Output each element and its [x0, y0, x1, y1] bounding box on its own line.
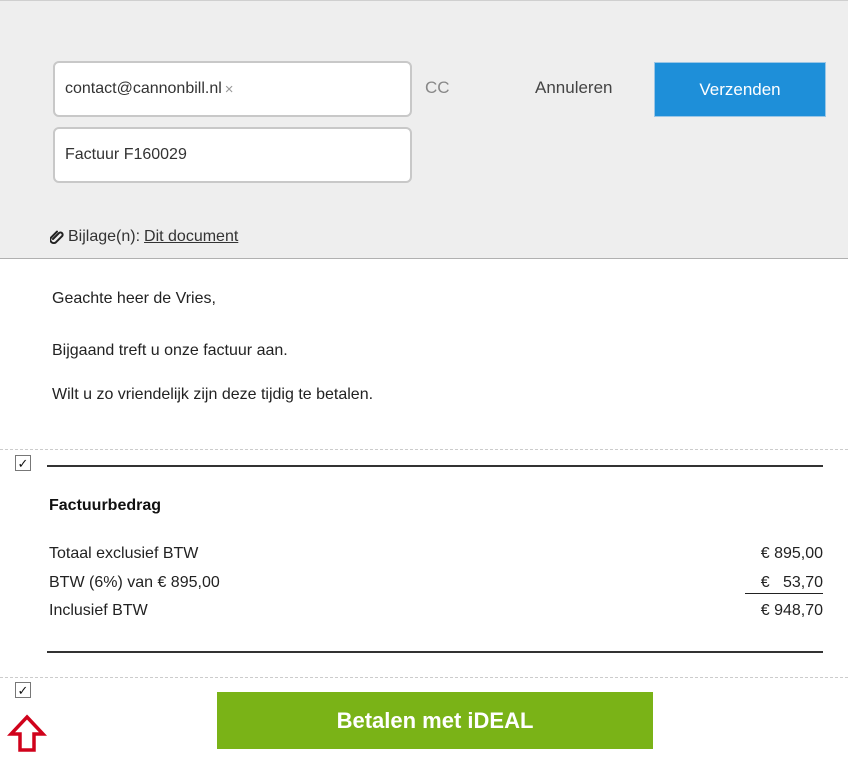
invoice-row-amount: € 53,70: [745, 574, 823, 594]
arrow-up-icon[interactable]: [7, 714, 47, 754]
invoice-row-amount: € 895,00: [760, 545, 823, 562]
body-line-2: Wilt u zo vriendelijk zijn deze tijdig t…: [52, 386, 374, 403]
invoice-row-label: Totaal exclusief BTW: [49, 545, 199, 562]
recipient-field[interactable]: contact@cannonbill.nl ×: [53, 61, 412, 117]
close-icon[interactable]: ×: [225, 81, 234, 98]
cancel-button[interactable]: Annuleren: [535, 78, 613, 98]
pay-ideal-button[interactable]: Betalen met iDEAL: [217, 692, 653, 749]
send-button[interactable]: Verzenden: [654, 62, 826, 117]
invoice-row: BTW (6%) van € 895,00 € 53,70: [49, 574, 823, 596]
section-divider: [0, 677, 848, 678]
invoice-row: Totaal exclusief BTW € 895,00: [49, 545, 823, 567]
cc-link[interactable]: CC: [425, 78, 450, 98]
attachment-label: Bijlage(n):: [68, 228, 141, 245]
invoice-top-rule: [47, 465, 823, 467]
attachment-row: Bijlage(n): Dit document: [50, 228, 238, 246]
checkbox-icon[interactable]: ✓: [15, 455, 31, 471]
recipient-chip: contact@cannonbill.nl: [65, 80, 222, 97]
invoice-title: Factuurbedrag: [49, 497, 162, 514]
checkbox-icon[interactable]: ✓: [15, 682, 31, 698]
invoice-row: Inclusief BTW € 948,70: [49, 602, 823, 624]
subject-value: Factuur F160029: [65, 146, 187, 163]
greeting-text: Geachte heer de Vries,: [52, 290, 216, 307]
section-divider: [0, 449, 848, 450]
compose-header: contact@cannonbill.nl × Factuur F160029 …: [0, 0, 848, 259]
invoice-row-label: BTW (6%) van € 895,00: [49, 574, 220, 591]
invoice-row-amount: € 948,70: [760, 602, 823, 619]
subject-field[interactable]: Factuur F160029: [53, 127, 412, 183]
attachment-link[interactable]: Dit document: [144, 228, 238, 246]
body-line-1: Bijgaand treft u onze factuur aan.: [52, 342, 288, 359]
invoice-row-label: Inclusief BTW: [49, 602, 148, 619]
invoice-bottom-rule: [47, 651, 823, 653]
paperclip-icon: [50, 230, 64, 245]
